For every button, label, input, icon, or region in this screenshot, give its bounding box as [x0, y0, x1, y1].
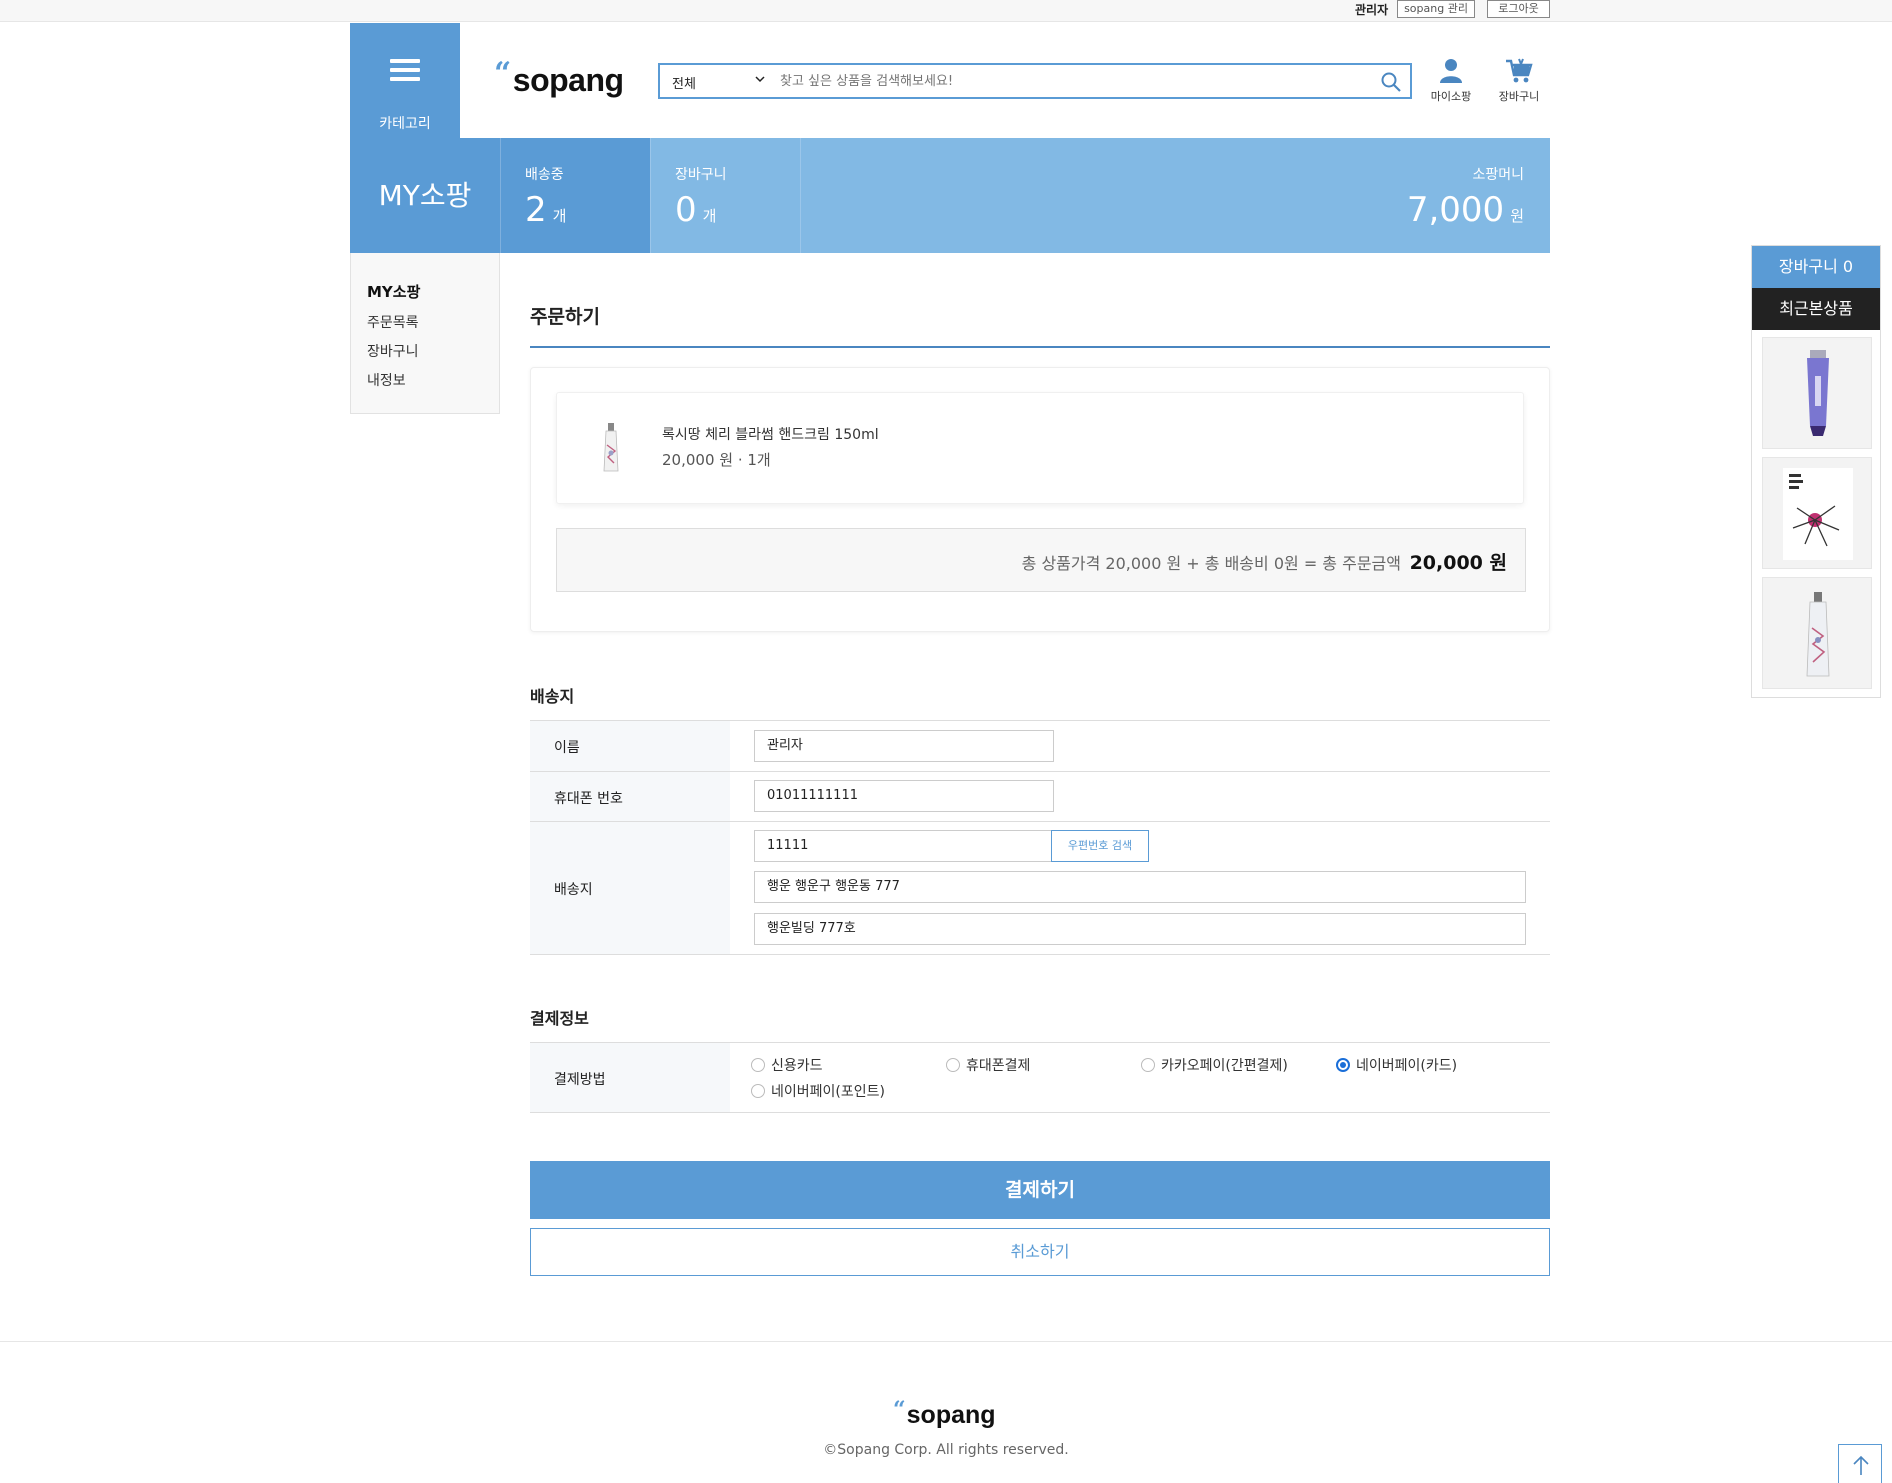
- footer-logo-text: sopang: [906, 1401, 996, 1429]
- address-row: 배송지 11111 우편번호 검색 행운 행운구 행운동 777 행운빌딩 77…: [530, 822, 1550, 955]
- logo-quote-mark: “: [893, 1397, 906, 1423]
- shipping-form: 이름 관리자 휴대폰 번호 01011111111 배송지 11111 우편번호…: [530, 720, 1550, 955]
- search-icon[interactable]: [1380, 71, 1402, 93]
- address1-input[interactable]: 행운 행운구 행운동 777: [754, 871, 1526, 903]
- radio-selected-icon: [1336, 1058, 1350, 1072]
- user-icon: [1440, 59, 1462, 83]
- payment-section-title: 결제정보: [530, 1009, 589, 1028]
- shipping-count: 2개: [525, 190, 567, 230]
- sidebar-title: MY소팡: [367, 283, 421, 301]
- cart-summary-label: 장바구니: [675, 167, 727, 183]
- cart-link[interactable]: 장바구니: [1489, 58, 1549, 104]
- scroll-to-top-button[interactable]: [1838, 1444, 1882, 1483]
- phone-row: 휴대폰 번호 01011111111: [530, 772, 1550, 822]
- mypage-sidebar: MY소팡 주문목록 장바구니 내정보: [350, 253, 500, 414]
- mypage-label: 마이소팡: [1430, 90, 1472, 103]
- search-bar: 전체: [658, 63, 1412, 99]
- radio-naverpay-point[interactable]: 네이버페이(포인트): [751, 1081, 885, 1101]
- logo-text: sopang: [512, 62, 624, 98]
- logo-quote-mark: “: [494, 56, 511, 91]
- floating-quick-panel: 장바구니 0 최근본상품: [1751, 245, 1881, 698]
- top-utility-bar: 관리자 sopang 관리 로그아웃: [0, 0, 1892, 22]
- name-label: 이름: [554, 740, 580, 756]
- sidebar-item-orders[interactable]: 주문목록: [367, 312, 419, 332]
- footer-divider: [0, 1341, 1892, 1342]
- radio-circle-icon: [946, 1058, 960, 1072]
- recent-product-1[interactable]: [1762, 337, 1872, 449]
- shipping-label: 배송중: [525, 167, 564, 183]
- name-row: 이름 관리자: [530, 721, 1550, 772]
- radio-label: 네이버페이(포인트): [771, 1084, 885, 1100]
- address-label: 배송지: [554, 882, 593, 898]
- radio-label: 네이버페이(카드): [1356, 1058, 1458, 1074]
- address2-input[interactable]: 행운빌딩 777호: [754, 913, 1526, 945]
- name-input[interactable]: 관리자: [754, 730, 1054, 762]
- radio-kakaopay[interactable]: 카카오페이(간편결제): [1141, 1055, 1288, 1075]
- zipcode-search-button[interactable]: 우편번호 검색: [1051, 830, 1149, 862]
- category-label: 카테고리: [379, 116, 431, 132]
- product-price-qty: 20,000 원 · 1개: [662, 451, 771, 469]
- order-total-box: 총 상품가격 20,000 원 + 총 배송비 0원 = 총 주문금액 20,0…: [556, 528, 1526, 592]
- arrow-up-icon: [1853, 1455, 1869, 1475]
- site-logo[interactable]: “sopang: [494, 56, 624, 99]
- recent-product-3[interactable]: [1762, 577, 1872, 689]
- page-title: 주문하기: [530, 306, 600, 328]
- hamburger-icon: [390, 59, 420, 81]
- recent-product-2[interactable]: [1762, 457, 1872, 569]
- money-value: 7,000 원: [1406, 190, 1524, 230]
- radio-label: 카카오페이(간편결제): [1161, 1058, 1288, 1074]
- shipping-summary[interactable]: 배송중 2개: [500, 138, 650, 253]
- total-amount: 20,000 원: [1409, 552, 1507, 574]
- admin-button[interactable]: sopang 관리: [1397, 0, 1475, 18]
- order-summary-box: 록시땅 체리 블라썸 핸드크림 150ml 20,000 원 · 1개 총 상품…: [530, 367, 1550, 632]
- recent-products-title: 최근본상품: [1752, 288, 1880, 330]
- product-name: 록시땅 체리 블라썸 핸드크림 150ml: [662, 427, 879, 443]
- cart-icon: [1506, 58, 1533, 83]
- sidebar-item-myinfo[interactable]: 내정보: [367, 370, 406, 390]
- cart-count: 0개: [675, 190, 717, 230]
- cart-label: 장바구니: [1498, 90, 1540, 103]
- radio-circle-icon: [1141, 1058, 1155, 1072]
- cancel-button[interactable]: 취소하기: [530, 1228, 1550, 1276]
- radio-circle-icon: [751, 1058, 765, 1072]
- cart-summary[interactable]: 장바구니 0개: [650, 138, 800, 253]
- sidebar-item-cart[interactable]: 장바구니: [367, 341, 419, 361]
- chevron-down-icon[interactable]: [754, 73, 766, 88]
- radio-naverpay-card[interactable]: 네이버페이(카드): [1336, 1055, 1457, 1075]
- mypage-link[interactable]: 마이소팡: [1421, 58, 1481, 104]
- radio-label: 휴대폰결제: [966, 1058, 1031, 1074]
- total-breakdown: 총 상품가격 20,000 원 + 총 배송비 0원 = 총 주문금액: [1021, 554, 1401, 573]
- zipcode-input[interactable]: 11111: [754, 830, 1054, 862]
- copyright-text: ©Sopang Corp. All rights reserved.: [823, 1442, 1069, 1458]
- payment-form: 결제방법 신용카드 휴대폰결제 카카오페이(간편결제) 네이버페이(카드) 네이…: [530, 1042, 1550, 1113]
- payment-method-row: 결제방법 신용카드 휴대폰결제 카카오페이(간편결제) 네이버페이(카드) 네이…: [530, 1043, 1550, 1113]
- floating-cart-button[interactable]: 장바구니 0: [1752, 246, 1880, 288]
- title-divider: [530, 346, 1550, 348]
- money-summary: 소팡머니 7,000 원: [800, 138, 1550, 253]
- search-input[interactable]: [780, 69, 1360, 93]
- radio-label: 신용카드: [771, 1058, 823, 1074]
- order-item-card: 록시땅 체리 블라썸 핸드크림 150ml 20,000 원 · 1개: [556, 392, 1524, 504]
- search-scope-select[interactable]: 전체: [672, 73, 696, 92]
- banner-title: MY소팡: [350, 138, 500, 253]
- my-summary-banner: MY소팡 배송중 2개 장바구니 0개 소팡머니 7,000 원: [350, 138, 1550, 253]
- payment-method-label: 결제방법: [554, 1072, 606, 1088]
- phone-input[interactable]: 01011111111: [754, 780, 1054, 812]
- footer-logo: “sopang: [893, 1397, 996, 1430]
- money-label: 소팡머니: [1472, 167, 1524, 183]
- shipping-section-title: 배송지: [530, 687, 575, 706]
- radio-credit-card[interactable]: 신용카드: [751, 1055, 823, 1075]
- phone-label: 휴대폰 번호: [554, 791, 623, 807]
- radio-circle-icon: [751, 1084, 765, 1098]
- pay-button[interactable]: 결제하기: [530, 1161, 1550, 1219]
- logout-button[interactable]: 로그아웃: [1487, 0, 1550, 18]
- category-menu-button[interactable]: 카테고리: [350, 23, 460, 138]
- current-user-name: 관리자: [1355, 3, 1389, 17]
- radio-mobile-pay[interactable]: 휴대폰결제: [946, 1055, 1030, 1075]
- product-thumbnail: [599, 423, 623, 473]
